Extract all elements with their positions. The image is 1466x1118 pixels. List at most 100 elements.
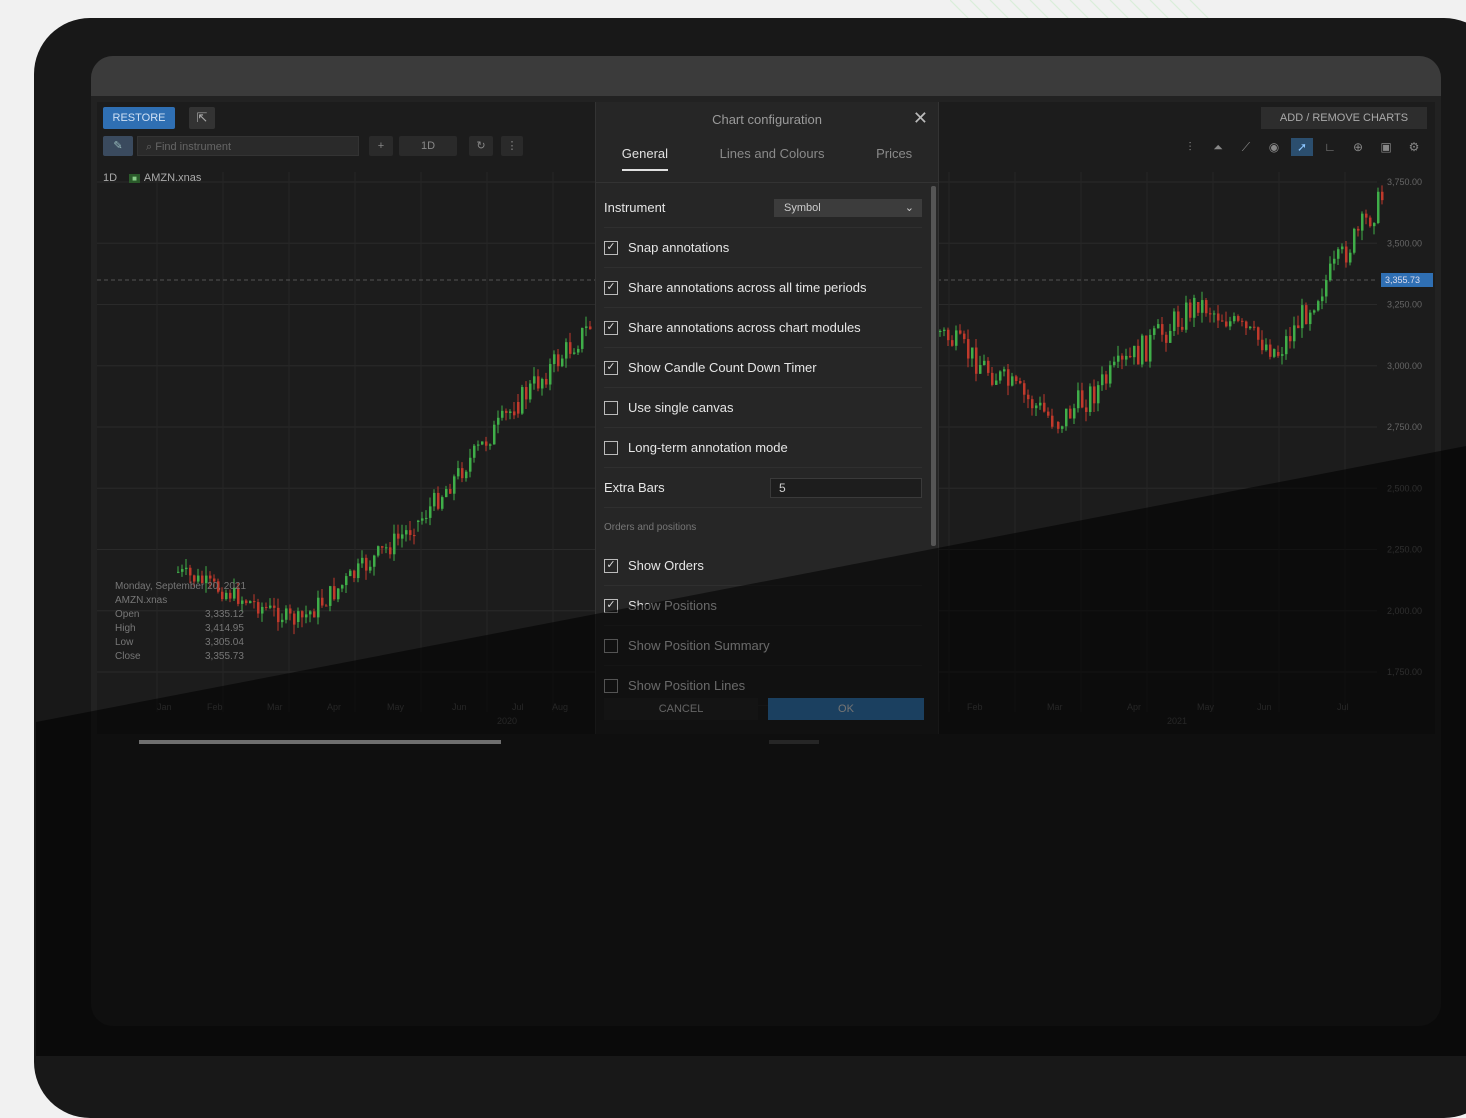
checkbox-checked-icon[interactable]: ✓ <box>604 558 618 573</box>
candle <box>285 608 288 620</box>
candle <box>341 585 344 589</box>
checkbox-unchecked-icon[interactable] <box>604 638 618 653</box>
instrument-label: Instrument <box>604 200 666 215</box>
candle <box>361 557 364 564</box>
option-label: Snap annotations <box>628 240 730 255</box>
checkbox-unchecked-icon[interactable] <box>604 440 618 455</box>
search-icon: ⌕ <box>146 141 156 153</box>
close-value: 3,355.73 <box>205 651 244 662</box>
gear-icon[interactable]: ⚙ <box>1403 138 1425 156</box>
candle <box>1269 344 1272 357</box>
option-show-position-summary[interactable]: Show Position Summary <box>604 626 922 666</box>
option-snap-annotations[interactable]: ✓ Snap annotations <box>604 228 922 268</box>
x-tick-label: Jul <box>1337 702 1349 712</box>
option-single-canvas[interactable]: Use single canvas <box>604 388 922 428</box>
interval-select[interactable]: 1D <box>399 136 457 156</box>
zoom-icon[interactable]: ⊕ <box>1347 138 1369 156</box>
decorative-stripes <box>950 0 1211 20</box>
candle <box>353 570 356 579</box>
candle <box>1321 296 1324 302</box>
candle <box>1225 321 1228 327</box>
candle <box>293 613 296 625</box>
ok-button[interactable]: OK <box>768 698 924 720</box>
candle <box>357 563 360 579</box>
candle <box>405 530 408 535</box>
candle <box>1193 297 1196 318</box>
close-label: Close <box>115 651 141 662</box>
chart-tools: ⫶ ⏶ ⟋ ◉ ➚ ∟ ⊕ ▣ ⚙ <box>1179 138 1425 156</box>
candle <box>373 555 376 567</box>
candle <box>541 378 544 389</box>
x-tick-label: Mar <box>267 702 283 712</box>
candle <box>1309 312 1312 325</box>
pencil-icon[interactable]: ✎ <box>103 136 133 156</box>
horizontal-scroll-thumb-secondary[interactable] <box>769 740 819 744</box>
candle <box>421 518 424 521</box>
checkbox-checked-icon[interactable]: ✓ <box>604 598 618 613</box>
add-remove-charts-button[interactable]: ADD / REMOVE CHARTS <box>1261 107 1427 129</box>
draw-line-icon[interactable]: ⟋ <box>1235 138 1257 156</box>
option-candle-countdown[interactable]: ✓ Show Candle Count Down Timer <box>604 348 922 388</box>
candle <box>281 619 284 623</box>
studies-icon[interactable]: ⏶ <box>1207 138 1229 156</box>
eye-icon[interactable]: ◉ <box>1263 138 1285 156</box>
option-share-all-periods[interactable]: ✓ Share annotations across all time perio… <box>604 268 922 308</box>
tab-lines-and-colours[interactable]: Lines and Colours <box>720 146 825 171</box>
candle <box>337 588 340 600</box>
indicators-icon[interactable]: ⫶ <box>1179 138 1201 156</box>
candle <box>1377 191 1380 224</box>
close-icon[interactable]: ✕ <box>913 108 928 129</box>
candle <box>955 330 958 346</box>
candle <box>1109 365 1112 384</box>
checkbox-checked-icon[interactable]: ✓ <box>604 240 618 255</box>
dialog-scrollbar[interactable] <box>931 186 936 546</box>
measure-icon[interactable]: ∟ <box>1319 138 1341 156</box>
candle <box>1177 311 1180 327</box>
candle <box>1301 305 1304 329</box>
horizontal-scroll-thumb[interactable] <box>139 740 501 744</box>
checkbox-checked-icon[interactable]: ✓ <box>604 320 618 335</box>
option-show-positions[interactable]: ✓ Show Positions <box>604 586 922 626</box>
candle <box>1253 326 1256 328</box>
candle <box>533 376 536 384</box>
cancel-button[interactable]: CANCEL <box>604 698 758 720</box>
candle <box>1373 223 1376 227</box>
checkbox-unchecked-icon[interactable] <box>604 678 618 693</box>
tab-general[interactable]: General <box>621 146 669 171</box>
option-share-chart-modules[interactable]: ✓ Share annotations across chart modules <box>604 308 922 348</box>
restore-button[interactable]: RESTORE <box>103 107 175 129</box>
refresh-icon[interactable]: ↻ <box>469 136 493 156</box>
checkbox-checked-icon[interactable]: ✓ <box>604 360 618 375</box>
popout-icon[interactable]: ⇱ <box>189 107 215 129</box>
option-long-term-annotation[interactable]: Long-term annotation mode <box>604 428 922 468</box>
checkbox-checked-icon[interactable]: ✓ <box>604 280 618 295</box>
candle <box>321 597 324 606</box>
cursor-icon[interactable]: ➚ <box>1291 138 1313 156</box>
trading-app: 3,750.00 3,500.00 3,250.00 3,000.00 2,750.00… <box>97 102 1435 734</box>
candle <box>939 330 942 332</box>
find-instrument-input[interactable]: ⌕ Find instrument <box>137 136 359 156</box>
candle <box>309 611 312 615</box>
instrument-select[interactable]: Symbol ⌄ <box>774 198 922 217</box>
candle <box>1081 390 1084 408</box>
more-icon[interactable]: ⋮ <box>501 136 523 156</box>
candle <box>1069 408 1072 419</box>
candle <box>1337 249 1340 259</box>
ohlc-date: Monday, September 20, 2021 <box>115 581 247 592</box>
candle <box>537 376 540 389</box>
option-label: Use single canvas <box>628 400 734 415</box>
candle <box>1369 217 1372 227</box>
candle <box>1085 407 1088 412</box>
candle <box>385 547 388 549</box>
checkbox-unchecked-icon[interactable] <box>604 400 618 415</box>
camera-icon[interactable]: ▣ <box>1375 138 1397 156</box>
candle <box>345 576 348 586</box>
extra-bars-input[interactable]: 5 <box>770 477 922 498</box>
candle <box>1181 326 1184 330</box>
option-show-orders[interactable]: ✓ Show Orders <box>604 546 922 586</box>
add-icon[interactable]: + <box>369 136 393 156</box>
dialog-tabs: General Lines and Colours Prices <box>596 146 938 171</box>
tab-prices[interactable]: Prices <box>876 146 912 171</box>
candle <box>971 347 974 359</box>
candle <box>975 347 978 374</box>
